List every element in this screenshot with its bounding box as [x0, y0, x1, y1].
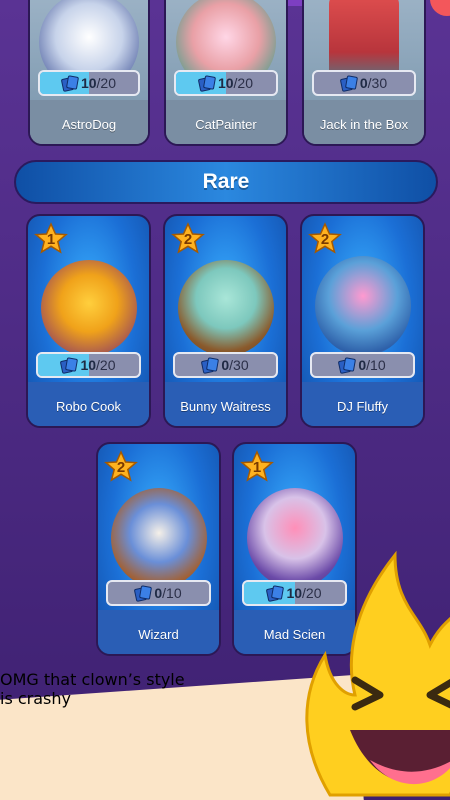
card-progress-bar: 10/20 [36, 352, 141, 378]
card-name: DJ Fluffy [336, 399, 389, 414]
cards-icon [339, 358, 353, 372]
card-total: /30 [367, 75, 388, 91]
character-card-jack-in-the-box[interactable]: 0/30 Jack in the Box [302, 0, 426, 146]
rare-section-header: Rare [14, 160, 438, 204]
card-total: /20 [96, 75, 117, 91]
card-progress-bar: 10/20 [174, 70, 278, 96]
character-card-wizard[interactable]: 2 0/10 Wizard [96, 442, 221, 656]
card-count: 0 [358, 357, 367, 373]
card-count: 10 [80, 357, 97, 373]
cards-icon [202, 358, 216, 372]
card-total: /20 [96, 357, 116, 373]
level-star: 1 [34, 222, 68, 256]
card-count: 10 [217, 75, 234, 91]
level-star: 2 [104, 450, 138, 484]
cards-icon [135, 586, 149, 600]
card-total: /20 [233, 75, 254, 91]
card-progress-bar: 10/20 [38, 70, 140, 96]
character-card-bunny-waitress[interactable]: 2 0/30 Bunny Waitress [163, 214, 288, 428]
card-count: 0 [154, 585, 163, 601]
card-name: Bunny Waitress [180, 399, 271, 414]
character-card-catpainter[interactable]: 10/20 CatPainter [164, 0, 288, 146]
card-name: CatPainter [195, 117, 257, 132]
level-number: 1 [46, 231, 56, 248]
card-progress-bar: 0/10 [310, 352, 415, 378]
level-star: 1 [240, 450, 274, 484]
card-total: /10 [162, 585, 182, 601]
card-progress-bar: 0/30 [173, 352, 278, 378]
cards-icon [62, 76, 76, 90]
cards-icon [341, 76, 355, 90]
card-count: 0 [221, 357, 230, 373]
card-name: Robo Cook [55, 399, 122, 414]
cards-icon [61, 358, 75, 372]
level-number: 2 [320, 231, 330, 248]
card-name: AstroDog [61, 117, 117, 132]
character-portrait [40, 260, 137, 356]
flame-mascot-icon [305, 550, 450, 797]
level-star: 2 [308, 222, 342, 256]
card-progress-bar: 0/10 [106, 580, 211, 606]
character-card-dj-fluffy[interactable]: 2 0/10 DJ Fluffy [300, 214, 425, 428]
card-count: 10 [80, 75, 97, 91]
character-portrait [314, 256, 411, 356]
character-card-astrodog[interactable]: 10/20 AstroDog [28, 0, 150, 146]
character-portrait [177, 260, 274, 356]
level-star: 2 [171, 222, 205, 256]
section-title: Rare [202, 170, 250, 193]
card-name: Jack in the Box [319, 117, 409, 132]
level-number: 1 [252, 459, 262, 476]
card-total: /30 [229, 357, 249, 373]
card-name: Wizard [138, 627, 179, 642]
level-number: 2 [116, 459, 126, 476]
card-progress-bar: 0/30 [312, 70, 416, 96]
cards-icon [267, 586, 281, 600]
card-count: 0 [359, 75, 368, 91]
level-number: 2 [183, 231, 193, 248]
character-portrait [110, 488, 207, 588]
character-card-robo-cook[interactable]: 1 10/20 Robo Cook [26, 214, 151, 428]
cards-icon [199, 76, 213, 90]
card-total: /10 [366, 357, 386, 373]
